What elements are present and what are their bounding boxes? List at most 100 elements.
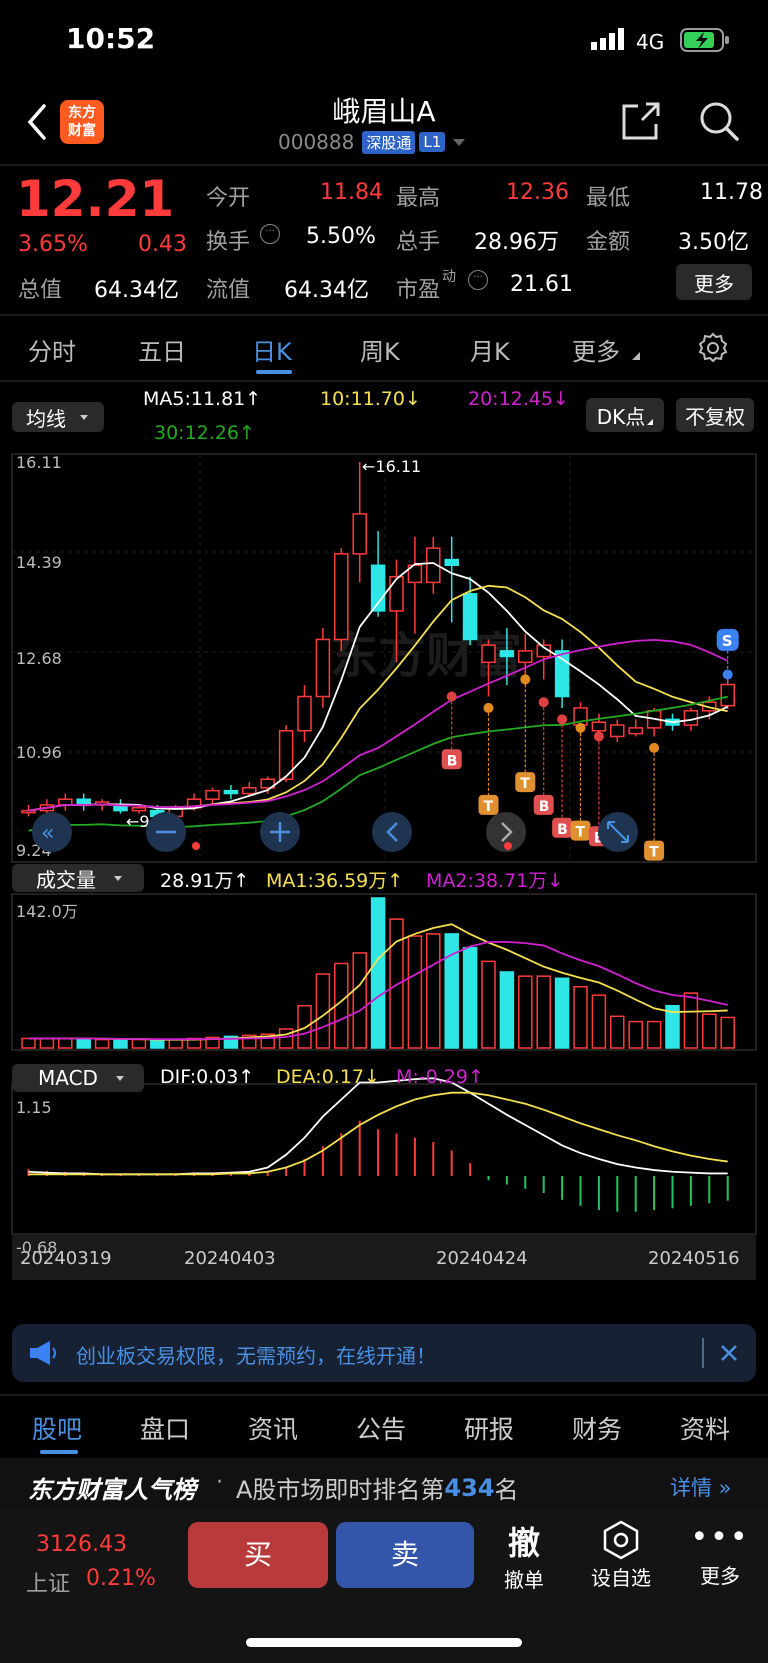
candle: [297, 695, 312, 732]
caret-down-icon: [114, 875, 122, 881]
volume-value: 28.96万: [474, 230, 559, 255]
volume-bar: [702, 1013, 717, 1049]
megaphone-icon: [28, 1340, 58, 1366]
promo-banner[interactable]: 创业板交易权限，无需预约，在线开通！: [12, 1324, 756, 1382]
y-axis-label: 10.96: [16, 743, 62, 762]
tab-intraday[interactable]: 分时: [28, 332, 76, 367]
more-quote-button[interactable]: 更多: [676, 264, 752, 300]
volume-ma1: MA1:36.59万↑: [266, 870, 404, 892]
badge-sgt: 深股通: [362, 130, 416, 154]
volume-selector[interactable]: 成交量: [12, 864, 144, 892]
prev-icon[interactable]: [372, 812, 412, 852]
cancel-order-label: 撤单: [504, 1568, 544, 1592]
candle: [389, 575, 404, 612]
quote-panel: 12.21 3.65% 0.43 总值 64.34亿 今开 11.84 最高 1…: [0, 166, 768, 314]
volume-bar: [39, 1037, 55, 1049]
volume-bar: [683, 992, 699, 1049]
volume-bar: [94, 1038, 110, 1049]
volume-selector-label: 成交量: [36, 867, 96, 892]
add-watchlist-button[interactable]: 设自选: [584, 1518, 658, 1598]
rank-brand: 东方财富人气榜: [28, 1476, 196, 1504]
rank-dot: ·: [216, 1470, 223, 1495]
volume-bar: [628, 1020, 643, 1049]
marker-label: T: [649, 845, 659, 861]
info-icon[interactable]: ···: [260, 224, 280, 244]
volume-bar: [444, 933, 459, 1049]
more-footer-button[interactable]: ••• 更多: [690, 1518, 750, 1598]
popularity-rank-row[interactable]: 东方财富人气榜 · A股市场即时排名第 434 名 详情 »: [0, 1458, 768, 1508]
chevron-down-icon[interactable]: [453, 138, 466, 146]
close-icon[interactable]: [716, 1340, 742, 1366]
candle: [334, 553, 349, 641]
candle: [444, 558, 459, 567]
add-watchlist-label: 设自选: [591, 1566, 651, 1590]
low-label: 最低: [586, 186, 631, 211]
caret-down-icon: [80, 414, 88, 420]
candle: [315, 638, 331, 698]
high-value: 12.36: [506, 180, 569, 205]
tab-news[interactable]: 资讯: [248, 1410, 298, 1446]
notification-dot: [504, 842, 512, 850]
buy-button[interactable]: 买: [188, 1522, 328, 1588]
amount-label: 金额: [586, 230, 631, 255]
rank-detail-link[interactable]: 详情 »: [670, 1472, 732, 1502]
settings-gear-icon[interactable]: [698, 332, 728, 363]
search-icon[interactable]: [698, 100, 740, 142]
marker-dot: [520, 674, 531, 685]
volume-bar: [536, 975, 551, 1049]
svg-text:«: «: [41, 821, 54, 846]
volume-bar: [113, 1038, 128, 1049]
sell-button[interactable]: 卖: [336, 1522, 474, 1588]
tab-weekly-k[interactable]: 周K: [360, 332, 400, 367]
tab-active-indicator: [256, 370, 292, 374]
banner-text: 创业板交易权限，无需预约，在线开通！: [76, 1344, 436, 1368]
macd-selector[interactable]: MACD: [12, 1064, 144, 1092]
tab-research[interactable]: 研报: [464, 1410, 514, 1446]
volume-value: 28.91万↑: [160, 870, 250, 892]
rank-text-post: 名: [494, 1476, 519, 1504]
volume-bar: [352, 952, 367, 1049]
macd-dea: DEA:0.17↓: [276, 1066, 380, 1088]
pe-info-icon[interactable]: ···: [468, 270, 488, 290]
tab-order-book[interactable]: 盘口: [140, 1410, 190, 1446]
cancel-order-button[interactable]: 撤 撤单: [494, 1518, 554, 1598]
candle: [352, 513, 367, 555]
more-footer-label: 更多: [700, 1564, 740, 1588]
candle: [591, 721, 607, 732]
mktcap-label: 总值: [18, 278, 63, 303]
dk-point-button[interactable]: DK点: [586, 398, 664, 432]
tab-daily-k[interactable]: 日K: [252, 332, 292, 367]
volume-label: 总手: [396, 230, 441, 255]
tab-guba[interactable]: 股吧: [32, 1410, 82, 1446]
volume-bar: [499, 971, 515, 1049]
tab-monthly-k[interactable]: 月K: [470, 332, 510, 367]
volume-bar: [646, 1020, 662, 1049]
tab-profile[interactable]: 资料: [680, 1410, 730, 1446]
tab-more[interactable]: 更多: [572, 332, 620, 367]
macd-y-top: 1.15: [16, 1098, 52, 1117]
candle: [554, 650, 570, 698]
volume-bar: [131, 1038, 147, 1049]
marker-label: B: [557, 822, 568, 838]
tab-financials[interactable]: 财务: [572, 1410, 622, 1446]
cancel-icon: 撤: [507, 1524, 540, 1562]
volume-bar: [168, 1038, 183, 1049]
high-marker: ←16.11: [362, 457, 421, 476]
marker-label: B: [539, 799, 550, 815]
share-icon[interactable]: [620, 100, 662, 142]
more-dots-icon: •••: [690, 1520, 750, 1555]
adjust-button[interactable]: 不复权: [676, 398, 754, 432]
caret-down-icon: [115, 1075, 124, 1081]
indicator-selector[interactable]: 均线: [12, 402, 104, 432]
marker-dot: [722, 669, 733, 680]
candle: [610, 724, 625, 738]
tab-five-day[interactable]: 五日: [138, 332, 186, 367]
volume-bar: [462, 946, 478, 1049]
marker-label: T: [520, 776, 530, 792]
rank-text: A股市场即时排名第 434 名: [236, 1470, 519, 1505]
ma30-value: 30:12.26↑: [154, 422, 255, 444]
y-axis-label: 14.39: [16, 553, 62, 572]
marker-dot: [575, 722, 586, 733]
tab-announcements[interactable]: 公告: [356, 1410, 406, 1446]
footer-bar: 3126.43 上证 0.21% 买 卖 撤 撤单 设自选 ••• 更多: [0, 1508, 768, 1663]
